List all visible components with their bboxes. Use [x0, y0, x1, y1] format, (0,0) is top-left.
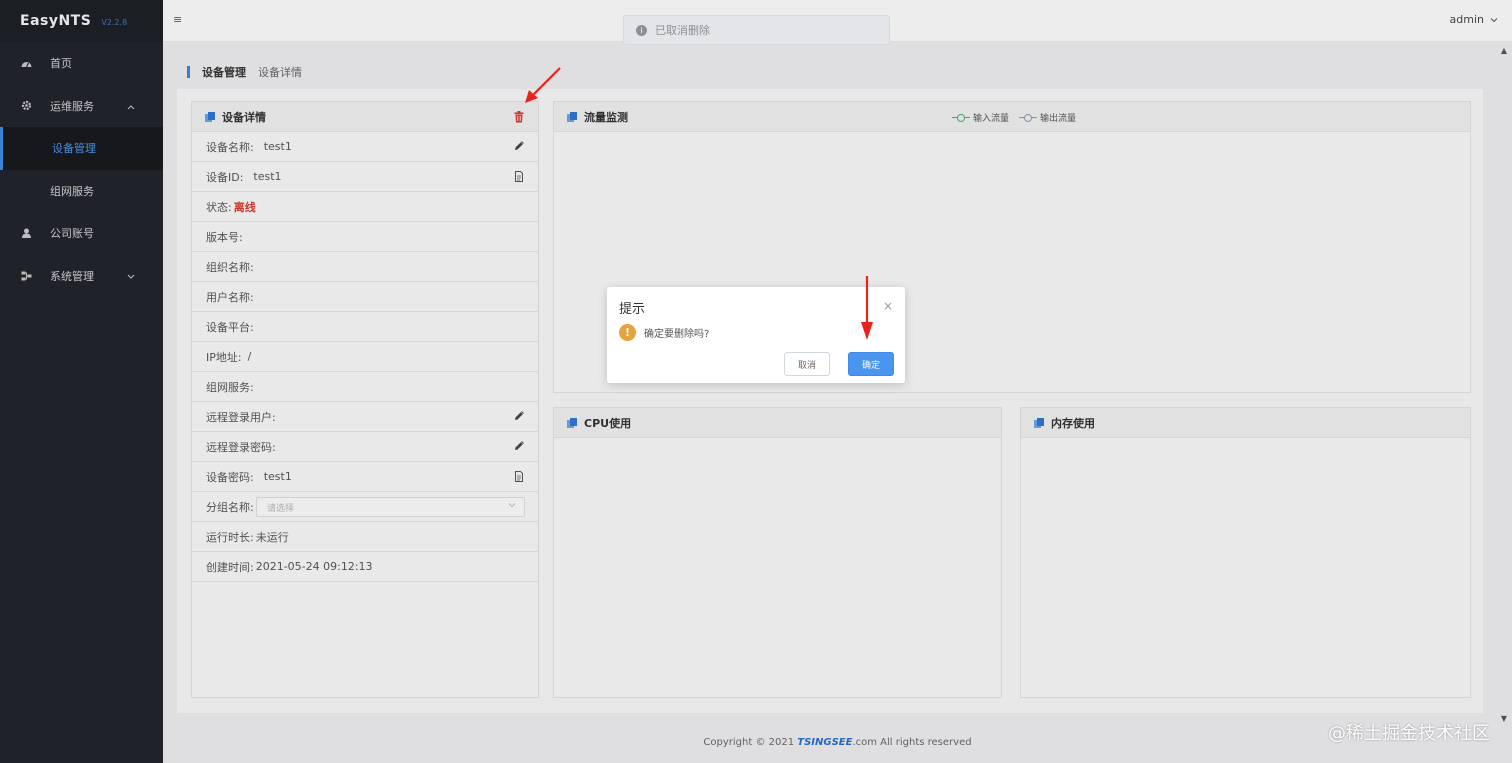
- username: admin: [1449, 13, 1484, 26]
- user-menu[interactable]: admin: [1450, 13, 1498, 26]
- sidebar-item-ops[interactable]: 运维服务: [0, 85, 163, 128]
- info-icon: i: [636, 24, 647, 36]
- cancel-button[interactable]: 取消: [784, 352, 830, 376]
- sidebar-item-company-account[interactable]: 公司账号: [0, 212, 163, 255]
- sidebar-item-label: 运维服务: [50, 99, 94, 113]
- sidebar-item-home[interactable]: 首页: [0, 42, 163, 85]
- chevron-down-icon: [1490, 13, 1498, 26]
- warning-icon: !: [619, 324, 636, 341]
- dialog-title: 提示: [619, 302, 646, 317]
- brand-logo[interactable]: EasyNTS V2.2.8: [0, 0, 163, 42]
- sidebar-item-label: 设备管理: [52, 142, 96, 156]
- chevron-up-icon: [127, 99, 135, 112]
- close-icon[interactable]: ×: [883, 299, 893, 313]
- dashboard-icon: [20, 57, 32, 69]
- confirm-button[interactable]: 确定: [848, 352, 894, 376]
- dialog-text: 确定要删除吗?: [644, 329, 710, 340]
- sidebar-item-network-service[interactable]: 组网服务: [0, 170, 163, 213]
- sidebar-item-system-management[interactable]: 系统管理: [0, 255, 163, 298]
- menu-toggle-icon[interactable]: ≡: [173, 13, 182, 26]
- watermark: @稀土掘金技术社区: [1328, 723, 1490, 744]
- brand-version: V2.2.8: [101, 18, 128, 27]
- sidebar-item-label: 首页: [50, 57, 72, 71]
- sitemap-icon: [20, 270, 32, 282]
- modal-overlay[interactable]: [163, 42, 1512, 763]
- sidebar-item-label: 组网服务: [50, 184, 94, 198]
- cancel-toast: i 已取消删除: [623, 15, 890, 45]
- gear-icon: [20, 100, 32, 112]
- toast-text: 已取消删除: [655, 24, 710, 37]
- sidebar-item-label: 公司账号: [50, 227, 94, 241]
- chevron-down-icon: [127, 269, 135, 282]
- user-icon: [20, 227, 32, 239]
- sidebar-item-device-management[interactable]: 设备管理: [0, 127, 163, 170]
- brand-name: EasyNTS: [20, 13, 92, 29]
- confirm-dialog: 提示 × ! 确定要删除吗? 取消 确定: [607, 287, 905, 383]
- dialog-message: ! 确定要删除吗?: [619, 324, 709, 341]
- sidebar-item-label: 系统管理: [50, 269, 94, 283]
- sidebar: EasyNTS V2.2.8 首页 运维服务 设备管理 组网服务 公司账号 系统…: [0, 0, 163, 763]
